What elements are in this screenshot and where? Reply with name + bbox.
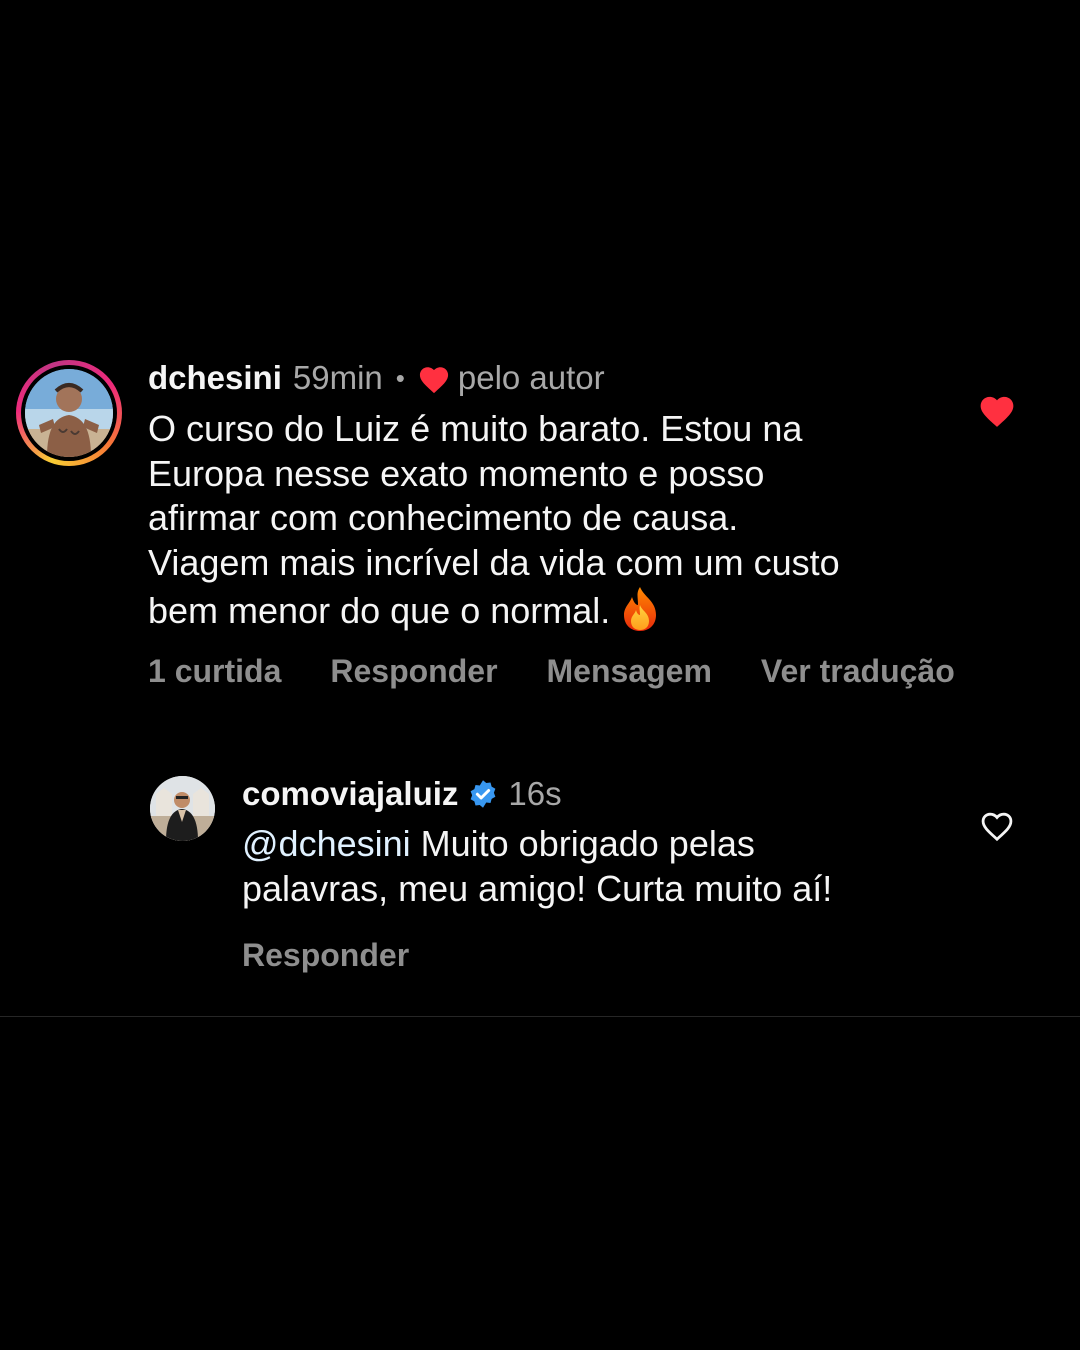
comment-meta: dchesini 59min • pelo autor — [148, 355, 948, 401]
timestamp: 59min — [292, 359, 383, 396]
reply-reply-button[interactable]: Responder — [242, 937, 409, 973]
avatar[interactable] — [25, 369, 113, 457]
reply-text-block: @dchesini Muito obrigado pelas palavras,… — [242, 822, 942, 911]
heart-filled-icon — [419, 366, 448, 393]
reply-meta: comoviajaluiz 16s — [242, 770, 942, 818]
reply-comment: comoviajaluiz 16s @dchesini Muito obriga… — [0, 770, 1080, 980]
verified-badge-icon — [471, 780, 496, 808]
reply-actions: Responder — [242, 937, 409, 974]
comment-content: dchesini 59min • pelo autor O curso do L… — [148, 355, 948, 634]
comment-text: O curso do Luiz é muito barato. Estou na… — [148, 408, 840, 631]
like-heart-outline-icon[interactable] — [978, 808, 1016, 842]
fire-icon — [624, 587, 657, 631]
separator: • — [395, 362, 405, 393]
avatar-photo — [150, 776, 215, 841]
message-button[interactable]: Mensagem — [547, 653, 712, 690]
liked-by-author-label: pelo autor — [457, 359, 605, 396]
likes-count-button[interactable]: 1 curtida — [148, 653, 281, 690]
comment: dchesini 59min • pelo autor O curso do L… — [0, 355, 1080, 705]
username[interactable]: dchesini — [148, 359, 282, 397]
translate-button[interactable]: Ver tradução — [761, 653, 955, 690]
comment-actions: 1 curtida Responder Mensagem Ver traduçã… — [148, 653, 1004, 690]
reply-timestamp: 16s — [508, 775, 562, 812]
avatar-photo — [25, 369, 113, 457]
like-heart-filled-icon[interactable] — [977, 392, 1017, 428]
reply-avatar[interactable] — [150, 776, 215, 841]
mention-link[interactable]: @dchesini — [242, 823, 411, 864]
reply-content: comoviajaluiz 16s @dchesini Muito obriga… — [242, 770, 942, 911]
reply-button[interactable]: Responder — [330, 653, 497, 690]
story-ring[interactable] — [16, 360, 122, 466]
divider — [0, 1016, 1080, 1017]
comment-text-block: O curso do Luiz é muito barato. Estou na… — [148, 407, 948, 634]
reply-username[interactable]: comoviajaluiz — [242, 775, 458, 813]
